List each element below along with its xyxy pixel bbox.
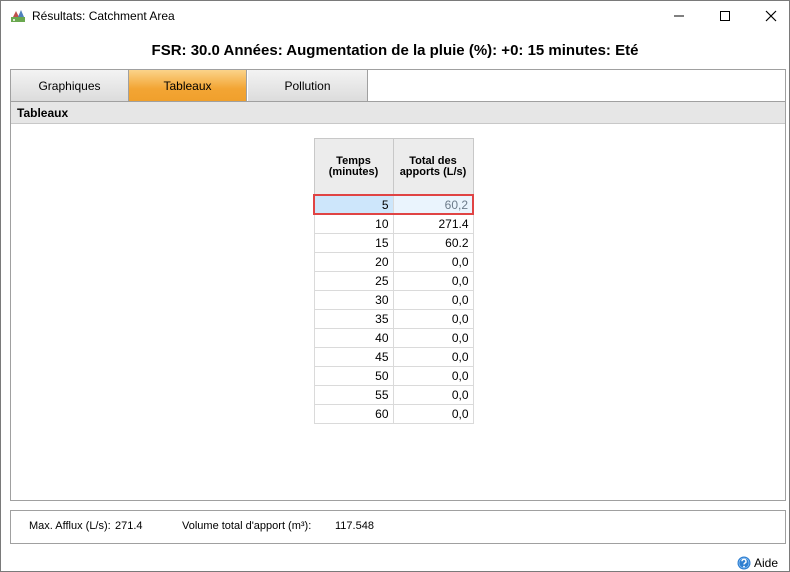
close-icon	[765, 10, 777, 22]
help-icon	[737, 556, 751, 570]
summary-panel: Max. Afflux (L/s): 271.4 Volume total d'…	[10, 510, 786, 544]
close-button[interactable]	[748, 1, 790, 31]
cell-inflow[interactable]: 0,0	[392, 327, 474, 348]
cell-inflow[interactable]: 0,0	[392, 308, 474, 329]
tab-graphiques[interactable]: Graphiques	[11, 70, 129, 101]
tab-bar: Graphiques Tableaux Pollution	[11, 70, 785, 102]
cell-time[interactable]: 30	[313, 289, 394, 310]
scenario-header: FSR: 30.0 Années: Augmentation de la plu…	[151, 42, 639, 59]
cell-inflow[interactable]: 0,0	[392, 270, 474, 291]
results-window: Résultats: Catchment Area FSR: 30.0 Anné…	[0, 0, 790, 572]
results-table: Temps (minutes) Total des apports (L/s) 56…	[313, 138, 474, 424]
column-header-time-line2: (minutes)	[328, 165, 379, 178]
cell-inflow[interactable]: 0,0	[392, 289, 474, 310]
cell-time[interactable]: 45	[313, 346, 394, 367]
max-afflux-label: Max. Afflux (L/s):	[29, 520, 111, 532]
window-title: Résultats: Catchment Area	[32, 9, 175, 23]
cell-inflow[interactable]: 0,0	[392, 251, 474, 272]
table-row[interactable]: 15 60.2	[313, 232, 474, 253]
minimize-button[interactable]	[656, 1, 702, 31]
cell-inflow[interactable]: 0,0	[392, 346, 474, 367]
table-row[interactable]: 40 0,0	[313, 327, 474, 348]
cell-time[interactable]: 5	[313, 194, 394, 215]
table-row[interactable]: 10 271.4	[313, 213, 474, 234]
cell-time[interactable]: 10	[313, 213, 394, 234]
cell-time[interactable]: 35	[313, 308, 394, 329]
column-header-inflow-line2: apports (L/s)	[399, 165, 467, 178]
table-row[interactable]: 55 0,0	[313, 384, 474, 405]
help-button[interactable]: Aide	[737, 556, 778, 570]
cell-time[interactable]: 20	[313, 251, 394, 272]
column-header-inflow[interactable]: Total des apports (L/s)	[392, 138, 474, 196]
max-afflux-value: 271.4	[115, 520, 143, 532]
cell-time[interactable]: 15	[313, 232, 394, 253]
help-label: Aide	[754, 556, 779, 570]
rainfall-app-icon	[10, 8, 26, 24]
table-body: 5 60,2 10 271.4 15 60.2 20 0,0 25 0,0 30 0,0 35 0,0 40…	[313, 194, 474, 424]
cell-inflow[interactable]: 0,0	[392, 384, 474, 405]
cell-inflow[interactable]: 0,0	[392, 365, 474, 386]
table-row[interactable]: 60 0,0	[313, 403, 474, 424]
main-panel: Graphiques Tableaux Pollution Tableaux T…	[10, 69, 786, 501]
cell-time[interactable]: 25	[313, 270, 394, 291]
table-row[interactable]: 35 0,0	[313, 308, 474, 329]
tab-tableaux[interactable]: Tableaux	[129, 70, 247, 101]
cell-inflow[interactable]: 60.2	[392, 232, 474, 253]
minimize-icon	[674, 15, 684, 17]
cell-inflow[interactable]: 60,2	[392, 194, 474, 215]
total-volume-label: Volume total d'apport (m³):	[182, 520, 312, 532]
table-row[interactable]: 5 60,2	[313, 194, 474, 215]
table-row[interactable]: 30 0,0	[313, 289, 474, 310]
title-bar[interactable]: Résultats: Catchment Area	[1, 1, 789, 31]
cell-time[interactable]: 55	[313, 384, 394, 405]
cell-inflow[interactable]: 0,0	[392, 403, 474, 424]
table-row[interactable]: 45 0,0	[313, 346, 474, 367]
section-title: Tableaux	[11, 102, 785, 124]
tab-pollution[interactable]: Pollution	[248, 70, 368, 101]
maximize-button[interactable]	[702, 1, 748, 31]
table-row[interactable]: 50 0,0	[313, 365, 474, 386]
total-volume-value: 117.548	[335, 520, 374, 532]
column-header-time[interactable]: Temps (minutes)	[313, 138, 394, 196]
maximize-icon	[720, 11, 730, 21]
cell-time[interactable]: 40	[313, 327, 394, 348]
table-row[interactable]: 25 0,0	[313, 270, 474, 291]
cell-time[interactable]: 50	[313, 365, 394, 386]
table-header-row: Temps (minutes) Total des apports (L/s)	[313, 138, 474, 196]
cell-time[interactable]: 60	[313, 403, 394, 424]
cell-inflow[interactable]: 271.4	[392, 213, 474, 234]
table-row[interactable]: 20 0,0	[313, 251, 474, 272]
